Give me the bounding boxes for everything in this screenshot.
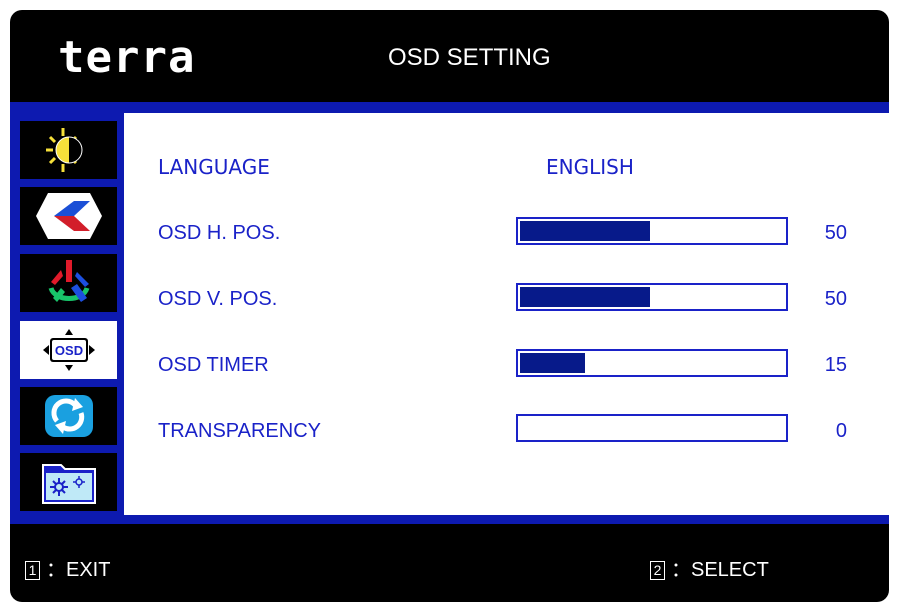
transparency-slider[interactable]	[516, 414, 788, 442]
divider-bottom	[10, 515, 889, 524]
exit-hint[interactable]: 1 ：EXIT	[25, 558, 110, 582]
page-title: OSD SETTING	[388, 44, 551, 71]
image-position-icon	[35, 193, 102, 239]
sidebar: OSD	[10, 113, 124, 515]
svg-text:OSD: OSD	[54, 343, 82, 358]
brightness-icon	[45, 128, 82, 172]
sidebar-item-osd[interactable]: OSD	[20, 321, 117, 379]
brand-logo: terra	[58, 32, 196, 83]
osd-footer: 1 ：EXIT 2 ：SELECT	[10, 524, 889, 602]
osd-h-pos-label: OSD H. POS.	[158, 222, 281, 244]
color-icon	[48, 260, 89, 302]
sidebar-item-image-position[interactable]	[20, 187, 117, 245]
osd-window: terra OSD SETTING OSD LANGUAGE ENGLISH O…	[10, 10, 889, 602]
misc-settings-icon	[41, 464, 96, 504]
language-label: LANGUAGE	[158, 155, 270, 179]
osd-v-pos-fill	[520, 287, 650, 307]
reset-icon	[44, 395, 93, 437]
sidebar-item-reset[interactable]	[20, 387, 117, 445]
transparency-value: 0	[835, 420, 847, 442]
divider-top	[10, 102, 889, 113]
osd-h-pos-slider[interactable]	[516, 217, 788, 245]
key-2-icon: 2	[650, 561, 665, 581]
osd-v-pos-slider[interactable]	[516, 283, 788, 311]
osd-timer-label: OSD TIMER	[158, 354, 269, 376]
sidebar-item-color[interactable]	[20, 254, 117, 312]
osd-header: terra OSD SETTING	[10, 10, 889, 102]
sidebar-item-misc-settings[interactable]	[20, 453, 117, 511]
language-value[interactable]: ENGLISH	[546, 155, 634, 179]
settings-panel: LANGUAGE ENGLISH OSD H. POS. 50 OSD V. P…	[124, 113, 889, 515]
osd-v-pos-label: OSD V. POS.	[158, 288, 278, 310]
osd-timer-slider[interactable]	[516, 349, 788, 377]
key-1-icon: 1	[25, 561, 40, 581]
transparency-label: TRANSPARENCY	[158, 420, 321, 442]
sidebar-item-brightness[interactable]	[20, 121, 117, 179]
osd-h-pos-fill	[520, 221, 650, 241]
select-hint[interactable]: 2 ：SELECT	[650, 558, 769, 582]
osd-icon: OSD	[42, 329, 95, 371]
osd-timer-fill	[520, 353, 585, 373]
osd-timer-value: 15	[824, 354, 847, 376]
osd-h-pos-value: 50	[824, 222, 847, 244]
select-label: ：SELECT	[671, 559, 769, 581]
osd-v-pos-value: 50	[824, 288, 847, 310]
exit-label: ：EXIT	[46, 559, 111, 581]
